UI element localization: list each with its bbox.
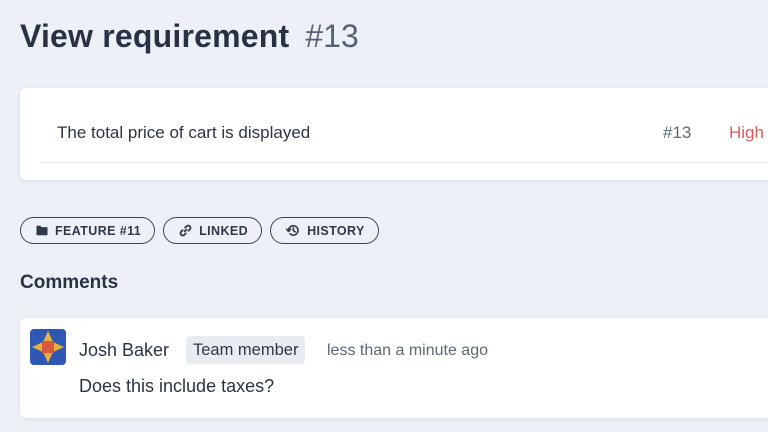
history-icon bbox=[286, 224, 299, 236]
page-header: View requirement #13 bbox=[20, 18, 359, 55]
page-title-id: #13 bbox=[305, 18, 359, 54]
comment-timestamp: less than a minute ago bbox=[327, 342, 488, 359]
comment-author: Josh Baker bbox=[79, 340, 170, 360]
avatar-identicon-icon bbox=[30, 329, 66, 365]
link-icon bbox=[179, 224, 192, 237]
requirement-links: FEATURE #11 LINKED HISTORY bbox=[20, 217, 379, 244]
requirement-id: #13 bbox=[663, 123, 692, 142]
comments-heading: Comments bbox=[20, 272, 119, 293]
history-label: HISTORY bbox=[307, 223, 365, 238]
comment-card: Josh Baker Team member less than a minut… bbox=[20, 318, 768, 418]
linked-label: LINKED bbox=[199, 223, 249, 238]
role-badge: Team member bbox=[186, 336, 306, 364]
linked-button[interactable]: LINKED bbox=[163, 217, 263, 244]
requirement-card: The total price of cart is displayed #13… bbox=[20, 88, 768, 180]
feature-link-label: FEATURE #11 bbox=[55, 223, 142, 238]
page: View requirement #13 The total price of … bbox=[0, 0, 768, 432]
requirement-priority: High bbox=[729, 123, 764, 142]
page-title: View requirement bbox=[20, 18, 290, 54]
requirement-text: The total price of cart is displayed bbox=[57, 123, 311, 142]
comment-body: Does this include taxes? bbox=[79, 376, 275, 396]
feature-link-button[interactable]: FEATURE #11 bbox=[20, 217, 156, 244]
history-button[interactable]: HISTORY bbox=[270, 217, 379, 244]
folder-icon bbox=[36, 225, 48, 236]
requirement-row[interactable]: The total price of cart is displayed #13… bbox=[40, 88, 768, 163]
avatar bbox=[30, 329, 66, 365]
